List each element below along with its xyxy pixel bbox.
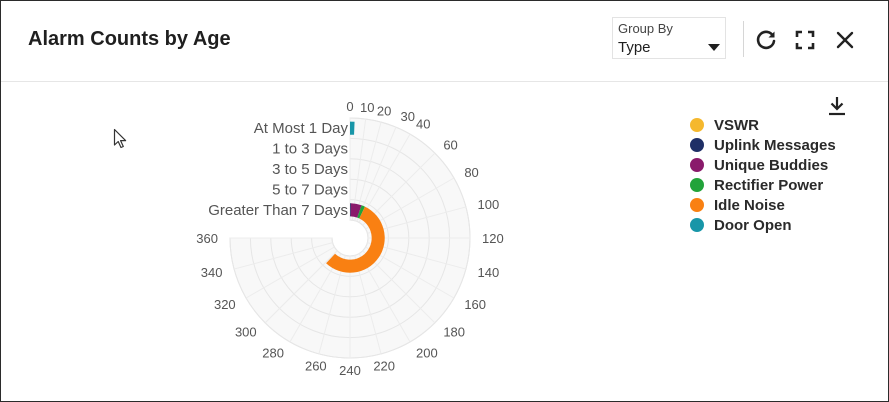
angle-tick-label: 240	[339, 363, 361, 378]
angle-tick-label: 0	[346, 99, 353, 114]
angle-tick-label: 180	[443, 324, 465, 339]
angle-tick-label: 10	[360, 100, 374, 115]
legend-marker	[690, 198, 704, 212]
angle-tick-label: 260	[305, 359, 327, 374]
legend-item[interactable]: Idle Noise	[690, 195, 836, 215]
legend-label: Unique Buddies	[714, 156, 829, 174]
angle-tick-label: 100	[478, 197, 500, 212]
angle-tick-label: 20	[377, 103, 391, 118]
category-label: 1 to 3 Days	[272, 141, 348, 158]
angle-tick-label: 160	[464, 297, 486, 312]
angle-tick-label: 40	[416, 117, 430, 132]
category-label: 5 to 7 Days	[272, 181, 348, 198]
angle-tick-label: 280	[262, 345, 284, 360]
legend-item[interactable]: Unique Buddies	[690, 155, 836, 175]
angle-tick-label: 360	[196, 231, 218, 246]
angle-tick-label: 320	[214, 297, 236, 312]
category-label: At Most 1 Day	[254, 120, 349, 137]
legend-item[interactable]: VSWR	[690, 115, 836, 135]
legend-marker	[690, 158, 704, 172]
category-label: 3 to 5 Days	[272, 161, 348, 178]
legend-label: Idle Noise	[714, 196, 785, 214]
legend-item[interactable]: Uplink Messages	[690, 135, 836, 155]
bar-segment[interactable]	[350, 121, 355, 135]
legend-label: VSWR	[714, 116, 759, 134]
angle-tick-label: 220	[373, 359, 395, 374]
category-label: Greater Than 7 Days	[208, 202, 348, 219]
angle-tick-label: 340	[201, 265, 223, 280]
angle-tick-label: 140	[478, 265, 500, 280]
angle-tick-label: 80	[464, 165, 478, 180]
legend-label: Uplink Messages	[714, 136, 836, 154]
legend-marker	[690, 218, 704, 232]
legend-marker	[690, 138, 704, 152]
legend-label: Rectifier Power	[714, 176, 824, 194]
angle-tick-label: 200	[416, 345, 438, 360]
download-icon	[829, 97, 845, 116]
chart-legend: VSWR Uplink Messages Unique Buddies Rectifi…	[690, 115, 836, 235]
mouse-cursor-icon	[113, 128, 127, 149]
legend-label: Door Open	[714, 216, 792, 234]
legend-item[interactable]: Rectifier Power	[690, 175, 836, 195]
angle-tick-label: 300	[235, 324, 257, 339]
grid-ring	[331, 219, 369, 257]
chart-widget: Alarm Counts by Age Group By Type 0 10 20 3…	[0, 0, 889, 402]
legend-item[interactable]: Door Open	[690, 215, 836, 235]
angle-tick-label: 60	[443, 138, 457, 153]
legend-marker	[690, 178, 704, 192]
angle-tick-label: 120	[482, 231, 504, 246]
legend-marker	[690, 118, 704, 132]
angle-tick-label: 30	[401, 109, 415, 124]
